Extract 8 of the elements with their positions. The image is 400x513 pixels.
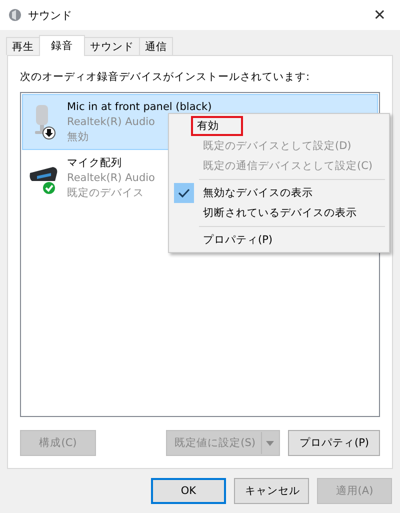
device-name: Mic in at front panel (black) <box>67 100 212 114</box>
device-driver: Realtek(R) Audio <box>67 170 155 186</box>
device-status: 無効 <box>67 130 89 144</box>
device-driver: Realtek(R) Audio <box>67 114 155 130</box>
window-title: サウンド <box>28 8 72 22</box>
device-name: マイク配列 <box>67 156 122 170</box>
instruction-text: 次のオーディオ録音デバイスがインストールされています: <box>20 70 311 84</box>
device-status: 既定のデバイス <box>67 186 144 200</box>
